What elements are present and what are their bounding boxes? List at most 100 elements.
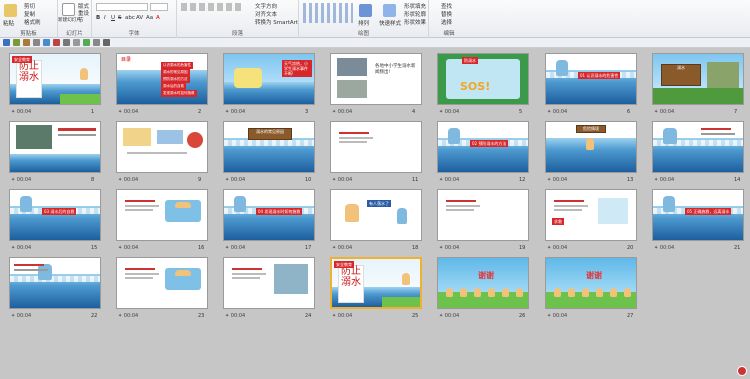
slide-thumbnail[interactable] <box>652 121 744 173</box>
email-icon[interactable] <box>73 39 80 46</box>
print-icon[interactable] <box>33 39 40 46</box>
align-text-button[interactable]: 对齐文本 <box>255 10 277 18</box>
slide-thumbnail[interactable]: 防止溺水 安全教育 <box>9 53 101 105</box>
italic-button[interactable]: I <box>104 15 106 21</box>
transition-icon[interactable]: ✦ <box>118 109 122 115</box>
font-color-button[interactable]: A <box>156 15 160 21</box>
redo-icon[interactable] <box>23 39 30 46</box>
list-buttons[interactable] <box>181 3 241 11</box>
shape-effects-button[interactable]: 形状效果 <box>404 18 426 26</box>
shape-fill-button[interactable]: 形状填充 <box>404 2 426 10</box>
transition-icon[interactable]: ✦ <box>654 245 658 251</box>
transition-icon[interactable]: ✦ <box>332 245 336 251</box>
font-size-field[interactable] <box>150 3 168 11</box>
slide-thumbnail[interactable]: 各地中小学生溺水新闻频出! <box>330 53 422 105</box>
slide-thumbnail[interactable]: 02 预防溺水的方法 <box>437 121 529 173</box>
strikethrough-button[interactable]: S <box>118 15 122 21</box>
transition-icon[interactable]: ✦ <box>332 177 336 183</box>
slide-thumbnail[interactable]: 目录 认识溺水的危害性 溺水的常见原因 预防溺水的方法 溺水后的自救 发现溺水时如何施救 <box>116 53 208 105</box>
save-icon[interactable] <box>3 39 10 46</box>
font-name-field[interactable] <box>96 3 148 11</box>
slide-thumbnail[interactable]: 05 正确施救，远离溺水 <box>652 189 744 241</box>
transition-icon[interactable]: ✦ <box>654 177 658 183</box>
format-painter-button[interactable]: 格式刷 <box>24 18 41 26</box>
transition-icon[interactable]: ✦ <box>118 177 122 183</box>
slide-thumbnail[interactable]: 溺水 <box>652 53 744 105</box>
transition-icon[interactable]: ✦ <box>439 245 443 251</box>
bold-button[interactable]: B <box>96 15 100 21</box>
quick-styles-icon[interactable] <box>383 4 396 17</box>
text-direction-button[interactable]: 文字方向 <box>255 2 277 10</box>
transition-icon[interactable]: ✦ <box>547 313 551 319</box>
transition-icon[interactable]: ✦ <box>547 245 551 251</box>
slide-thumbnail[interactable]: 求救 <box>545 189 637 241</box>
transition-icon[interactable]: ✦ <box>225 313 229 319</box>
slide-thumbnail[interactable]: 04 发现溺水时如何施救 <box>223 189 315 241</box>
shadow-button[interactable]: abc <box>125 15 135 21</box>
find-button[interactable]: 查找 <box>441 2 452 10</box>
transition-icon[interactable]: ✦ <box>118 313 122 319</box>
slide-thumbnail[interactable] <box>116 121 208 173</box>
paste-button[interactable]: 粘贴 <box>3 19 14 27</box>
slide-thumbnail[interactable]: 有人落水了 <box>330 189 422 241</box>
transition-icon[interactable]: ✦ <box>439 109 443 115</box>
transition-icon[interactable]: ✦ <box>439 313 443 319</box>
smartart-button[interactable]: 转换为 SmartArt <box>255 18 298 26</box>
slide-thumbnail[interactable]: 03 溺水后的自救 <box>9 189 101 241</box>
preview-icon[interactable] <box>43 39 50 46</box>
slide-thumbnail[interactable]: SOS! 防溺水 <box>437 53 529 105</box>
slide-thumbnail[interactable]: 谢谢 <box>545 257 637 309</box>
transition-icon[interactable]: ✦ <box>332 109 336 115</box>
slide-thumbnail[interactable]: 天气凉热，小学生溺水事件不断! <box>223 53 315 105</box>
arrange-icon[interactable] <box>359 4 372 17</box>
slide-timing: ✦ 00:04 <box>11 313 32 319</box>
customize-icon[interactable] <box>103 39 110 46</box>
replace-button[interactable]: 替换 <box>441 10 452 18</box>
change-case-button[interactable]: Aa <box>146 15 153 21</box>
section-button[interactable]: 节 <box>78 16 84 24</box>
transition-icon[interactable]: ✦ <box>332 313 336 319</box>
select-button[interactable]: 选择 <box>441 18 452 26</box>
transition-icon[interactable]: ✦ <box>547 109 551 115</box>
transition-icon[interactable]: ✦ <box>225 245 229 251</box>
copy-button[interactable]: 复制 <box>24 10 35 18</box>
shapes-gallery[interactable] <box>303 3 353 23</box>
transition-icon[interactable]: ✦ <box>11 109 15 115</box>
slide-timing: ✦ 00:04 <box>118 109 139 115</box>
transition-icon[interactable]: ✦ <box>11 313 15 319</box>
slide-thumbnail[interactable] <box>9 257 101 309</box>
paste-icon[interactable] <box>4 4 17 17</box>
slideshow-icon[interactable] <box>53 39 60 46</box>
transition-icon[interactable]: ✦ <box>11 177 15 183</box>
slide-thumbnail[interactable]: 01 认识溺水的危害性 <box>545 53 637 105</box>
underline-button[interactable]: U <box>111 15 115 21</box>
slide-thumbnail[interactable]: 危险情境 <box>545 121 637 173</box>
transition-icon[interactable]: ✦ <box>118 245 122 251</box>
transition-icon[interactable]: ✦ <box>225 177 229 183</box>
undo-icon[interactable] <box>13 39 20 46</box>
cut-button[interactable]: 剪切 <box>24 2 35 10</box>
spacing-button[interactable]: AV <box>136 15 143 21</box>
slide-thumbnail[interactable] <box>116 257 208 309</box>
quick-styles-button[interactable]: 快速样式 <box>379 19 401 27</box>
transition-icon[interactable]: ✦ <box>11 245 15 251</box>
transition-icon[interactable]: ✦ <box>547 177 551 183</box>
slide-thumbnail[interactable]: 防止溺水 安全教育 <box>330 257 422 309</box>
transition-icon[interactable]: ✦ <box>439 177 443 183</box>
new-icon[interactable] <box>93 39 100 46</box>
slide-thumbnail[interactable] <box>330 121 422 173</box>
slide-thumbnail[interactable] <box>223 257 315 309</box>
transition-icon[interactable]: ✦ <box>225 109 229 115</box>
spell-icon[interactable] <box>63 39 70 46</box>
slide-thumbnail[interactable]: 溺水的常见原因 <box>223 121 315 173</box>
slide-thumbnail[interactable]: 谢谢 <box>437 257 529 309</box>
transition-icon[interactable]: ✦ <box>654 109 658 115</box>
slide-thumbnail[interactable] <box>9 121 101 173</box>
slide-thumbnail[interactable] <box>116 189 208 241</box>
shape-outline-button[interactable]: 形状轮廓 <box>404 10 426 18</box>
arrange-button[interactable]: 排列 <box>358 19 369 27</box>
slide-thumbnail[interactable] <box>437 189 529 241</box>
avatar[interactable] <box>737 366 747 376</box>
new-slide-icon[interactable] <box>62 3 75 16</box>
open-icon[interactable] <box>83 39 90 46</box>
